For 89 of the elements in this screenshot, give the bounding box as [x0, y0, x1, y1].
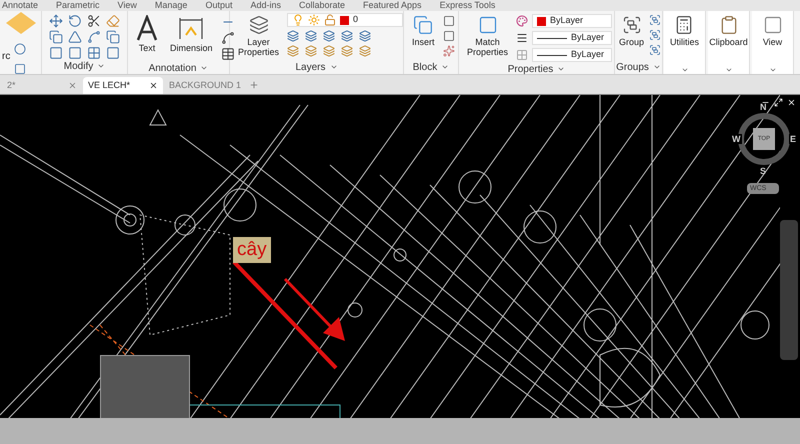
panel-title[interactable]: Modify	[64, 58, 94, 74]
color-value: ByLayer	[550, 14, 584, 28]
layer-properties-button[interactable]: Layer Properties	[234, 11, 284, 59]
panel-title[interactable]: Annotation	[148, 60, 196, 76]
ribbon-tab[interactable]: View	[118, 0, 137, 11]
ribbon-button[interactable]: Clipboard	[705, 11, 752, 58]
layer-tool-icon[interactable]	[305, 45, 318, 57]
layer-tool-icon[interactable]	[341, 30, 354, 42]
trim-icon[interactable]	[87, 14, 102, 28]
dropdown[interactable]: ByLayer	[532, 31, 612, 45]
match-properties-button[interactable]: Match Properties	[463, 11, 512, 59]
insert-button[interactable]: Insert	[408, 11, 439, 59]
table-icon[interactable]	[220, 47, 235, 61]
caret-icon[interactable]	[680, 66, 688, 74]
caret-icon	[557, 65, 566, 73]
arc-tool-label[interactable]: rc	[2, 49, 10, 75]
compass-north: N	[760, 101, 766, 114]
lineweight-value: ByLayer	[571, 48, 604, 62]
dimension-icon	[178, 15, 204, 41]
color-swatch	[537, 16, 546, 26]
ribbon-tab[interactable]: Annotate	[2, 0, 38, 11]
panel-title[interactable]: Groups	[616, 60, 649, 74]
caret-icon[interactable]	[724, 66, 732, 74]
caret-icon[interactable]	[768, 66, 776, 74]
layer-tool-icon[interactable]	[287, 45, 300, 57]
ribbon-tab[interactable]: Express Tools	[440, 0, 496, 11]
linetype-value: ByLayer	[571, 31, 604, 44]
sun-icon	[308, 14, 320, 26]
panel-title[interactable]: Properties	[508, 62, 554, 76]
ribbon-tab[interactable]: Featured Apps	[363, 0, 422, 11]
mirror-icon[interactable]	[68, 30, 82, 44]
layer-tool-icon[interactable]	[359, 45, 372, 57]
compass-east: E	[789, 134, 798, 144]
caret-icon	[200, 64, 208, 72]
calculator-icon	[674, 15, 694, 35]
ribbon-tab[interactable]: Add-ins	[250, 0, 281, 11]
panel-title[interactable]: Layers	[295, 60, 326, 74]
layers-icon	[248, 15, 269, 35]
group-select-icon[interactable]	[649, 44, 662, 56]
lightbulb-icon	[292, 14, 304, 26]
copy-icon[interactable]	[48, 30, 63, 44]
fillet-icon[interactable]	[87, 30, 102, 44]
ribbon-tab[interactable]: Manage	[154, 0, 188, 11]
caret-icon	[330, 63, 338, 71]
ribbon-tab[interactable]: Output	[205, 0, 232, 11]
unlock-icon	[324, 14, 336, 26]
compass-south: S	[760, 165, 766, 178]
color-wheel-icon[interactable]	[516, 15, 528, 27]
document-tab[interactable]: VE LECH*	[83, 77, 163, 94]
caret-icon	[97, 62, 106, 70]
layer-color-swatch	[340, 16, 350, 24]
layer-name: 0	[353, 13, 358, 26]
layer-tool-icon[interactable]	[323, 30, 336, 42]
grid-icon[interactable]	[87, 46, 102, 60]
ribbon-button[interactable]: Dimension	[166, 11, 217, 59]
annotation-label: cây	[233, 237, 271, 263]
insert-block-icon	[413, 15, 434, 35]
dropdown[interactable]: 0	[287, 13, 404, 27]
caret-icon	[441, 63, 450, 71]
group-button[interactable]: Group	[615, 11, 648, 59]
layer-tool-icon[interactable]	[323, 45, 336, 57]
ribbon-tab[interactable]: Parametric	[56, 0, 100, 11]
layer-tool-icon[interactable]	[287, 30, 300, 42]
restore-icon[interactable]	[774, 98, 783, 107]
leader-icon[interactable]	[220, 31, 235, 45]
ribbon-tab[interactable]: Collaborate	[298, 0, 346, 11]
group-icon	[622, 15, 642, 35]
caret-icon	[652, 63, 661, 71]
new-tab-icon[interactable]	[249, 80, 259, 90]
compass-west: W	[731, 134, 742, 144]
rotate-icon[interactable]	[68, 14, 82, 28]
ungroup-icon[interactable]	[649, 14, 662, 26]
move-icon[interactable]	[48, 14, 63, 28]
lineweight-icon[interactable]	[516, 32, 528, 44]
layer-tool-icon[interactable]	[359, 30, 372, 42]
panel-title[interactable]: Block	[412, 60, 438, 74]
text-tool-icon	[136, 15, 158, 41]
layer-tool-icon[interactable]	[305, 30, 318, 42]
eraser-icon[interactable]	[106, 14, 120, 28]
ribbon-button[interactable]: Text	[132, 11, 162, 59]
block-tool-icon[interactable]	[442, 45, 455, 57]
group-edit-icon[interactable]	[649, 29, 662, 41]
circle-tool-icon[interactable]	[14, 43, 26, 55]
rectangle-tool-icon[interactable]	[14, 63, 26, 75]
dropdown[interactable]: ByLayer	[532, 48, 612, 62]
dropdown[interactable]: ByLayer	[532, 14, 612, 28]
close-icon[interactable]	[149, 81, 158, 90]
layer-tool-icon[interactable]	[341, 45, 354, 57]
pointer-arrow	[283, 277, 347, 343]
